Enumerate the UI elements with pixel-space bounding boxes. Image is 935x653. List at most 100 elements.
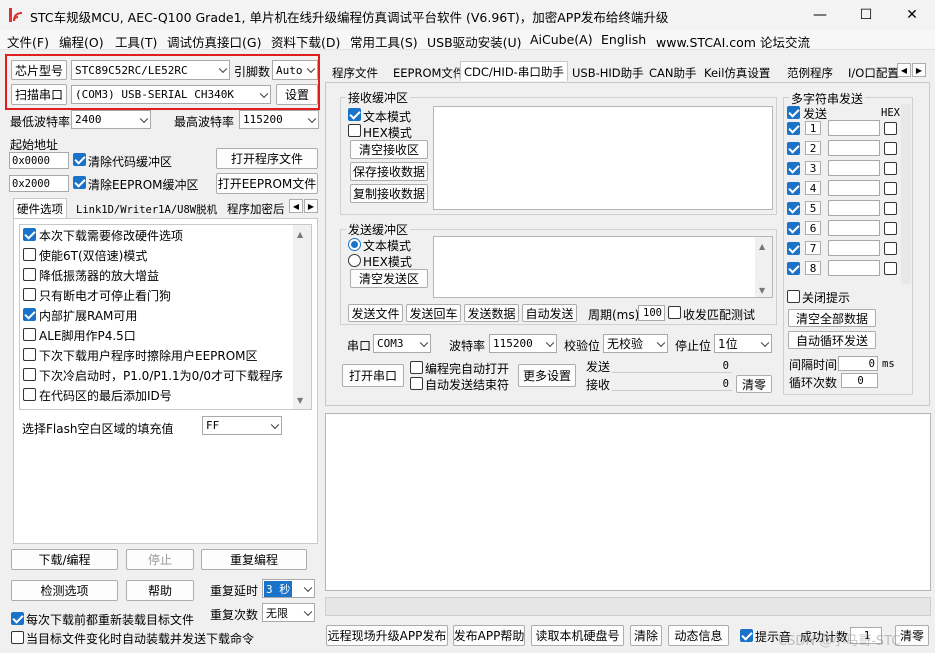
help-button[interactable]: 帮助: [126, 580, 194, 601]
save-receive-button[interactable]: 保存接收数据: [350, 162, 428, 181]
open-serial-button[interactable]: 打开串口: [342, 364, 404, 387]
multi-send-row-button[interactable]: 6: [805, 221, 821, 235]
beep-checkbox[interactable]: [740, 629, 753, 642]
multi-send-row-button[interactable]: 4: [805, 181, 821, 195]
multi-send-row-hex-checkbox[interactable]: [884, 222, 897, 235]
remote-upgrade-button[interactable]: 远程现场升级APP发布: [326, 625, 448, 646]
repeat-count-select[interactable]: 无限: [262, 603, 315, 622]
tab-hardware-options[interactable]: 硬件选项: [13, 198, 67, 218]
send-enter-button[interactable]: 发送回车: [406, 304, 461, 322]
menu-common-tools[interactable]: 常用工具(S): [350, 32, 418, 51]
copy-receive-button[interactable]: 复制接收数据: [350, 184, 428, 203]
menu-usb-driver[interactable]: USB驱动安装(U): [427, 32, 522, 51]
chip-type-select[interactable]: STC89C52RC/LE52RC: [71, 60, 230, 80]
send-data-button[interactable]: 发送数据: [464, 304, 519, 322]
multi-send-row-hex-checkbox[interactable]: [884, 242, 897, 255]
menu-debug[interactable]: 调试仿真接口(G): [167, 32, 261, 51]
close-tip-checkbox[interactable]: [787, 290, 800, 303]
min-baud-select[interactable]: 2400: [71, 110, 151, 129]
reload-before-download-checkbox[interactable]: [11, 612, 24, 625]
multi-send-row-hex-checkbox[interactable]: [884, 262, 897, 275]
tab-scroll-right-icon[interactable]: ▶: [304, 199, 318, 213]
clear-log-button[interactable]: 清除: [630, 625, 662, 646]
interval-input[interactable]: 0: [838, 356, 878, 371]
reprogram-button[interactable]: 重复编程: [201, 549, 307, 570]
multi-send-row-input[interactable]: [828, 240, 880, 256]
tab-program-file[interactable]: 程序文件: [329, 63, 381, 83]
multi-send-row-hex-checkbox[interactable]: [884, 202, 897, 215]
clear-eeprom-checkbox[interactable]: [73, 176, 86, 189]
pins-select[interactable]: Auto: [272, 60, 318, 80]
multi-send-row-hex-checkbox[interactable]: [884, 142, 897, 155]
menu-file[interactable]: 文件(F): [7, 32, 49, 51]
chip-type-label[interactable]: 芯片型号: [11, 60, 67, 80]
code-address-input[interactable]: 0x0000: [9, 152, 69, 169]
clear-send-button[interactable]: 清空发送区: [350, 269, 428, 288]
minimize-button[interactable]: —: [797, 0, 843, 30]
auto-loop-send-button[interactable]: 自动循环发送: [788, 331, 876, 349]
tab-examples[interactable]: 范例程序: [784, 63, 836, 83]
send-textarea[interactable]: [433, 236, 773, 298]
send-hex-mode-radio[interactable]: [348, 254, 361, 267]
auto-open-checkbox[interactable]: [410, 361, 423, 374]
download-button[interactable]: 下载/编程: [11, 549, 118, 570]
hw-option-checkbox[interactable]: [23, 308, 36, 321]
port-select[interactable]: (COM3) USB-SERIAL CH340K: [71, 85, 271, 104]
hw-option-checkbox[interactable]: [23, 248, 36, 261]
serial-port-select[interactable]: COM3: [373, 334, 431, 353]
hw-option-checkbox[interactable]: [23, 388, 36, 401]
menu-program[interactable]: 编程(O): [59, 32, 104, 51]
multi-send-row-button[interactable]: 1: [805, 121, 821, 135]
multi-send-row-checkbox[interactable]: [787, 262, 800, 275]
menu-aicube[interactable]: AiCube(A): [530, 32, 593, 47]
hw-option-checkbox[interactable]: [23, 368, 36, 381]
auto-load-checkbox[interactable]: [11, 631, 24, 644]
fill-value-select[interactable]: FF: [202, 416, 282, 435]
auto-terminator-checkbox[interactable]: [410, 377, 423, 390]
tab-eeprom-file[interactable]: EEPROM文件: [390, 63, 467, 83]
open-eeprom-button[interactable]: 打开EEPROM文件: [216, 173, 318, 194]
multi-send-row-hex-checkbox[interactable]: [884, 182, 897, 195]
output-log-area[interactable]: [325, 413, 931, 591]
receive-hex-mode-checkbox[interactable]: [348, 124, 361, 137]
serial-baud-select[interactable]: 115200: [489, 334, 557, 353]
stop-button[interactable]: 停止: [126, 549, 194, 570]
options-scrollbar[interactable]: [293, 225, 311, 409]
multi-send-all-checkbox[interactable]: [787, 106, 800, 119]
multi-send-row-input[interactable]: [828, 200, 880, 216]
menu-english[interactable]: English: [601, 32, 646, 47]
multi-send-row-button[interactable]: 7: [805, 241, 821, 255]
multi-send-row-button[interactable]: 5: [805, 201, 821, 215]
hw-option-checkbox[interactable]: [23, 328, 36, 341]
tab-encrypt[interactable]: 程序加密后: [224, 199, 288, 219]
tab-usb-hid[interactable]: USB-HID助手: [569, 63, 647, 83]
multi-send-row-hex-checkbox[interactable]: [884, 162, 897, 175]
repeat-delay-select[interactable]: 3 秒: [262, 579, 315, 598]
multi-send-row-button[interactable]: 2: [805, 141, 821, 155]
multi-send-row-input[interactable]: [828, 220, 880, 236]
stop-bits-select[interactable]: 1位: [714, 334, 772, 353]
maximize-button[interactable]: ☐: [843, 0, 889, 30]
tab-offline[interactable]: Link1D/Writer1A/U8W脱机: [73, 199, 220, 219]
period-input[interactable]: 100: [638, 305, 665, 321]
tab-io-config[interactable]: I/O口配置: [845, 63, 902, 83]
menu-download[interactable]: 资料下载(D): [271, 32, 340, 51]
close-button[interactable]: ✕: [889, 0, 935, 30]
check-options-button[interactable]: 检测选项: [11, 580, 118, 601]
read-disk-button[interactable]: 读取本机硬盘号: [531, 625, 624, 646]
multi-send-row-input[interactable]: [828, 140, 880, 156]
max-baud-select[interactable]: 115200: [239, 110, 319, 129]
clear-code-checkbox[interactable]: [73, 153, 86, 166]
clear-receive-button[interactable]: 清空接收区: [350, 140, 428, 159]
publish-help-button[interactable]: 发布APP帮助: [453, 625, 525, 646]
multi-send-row-input[interactable]: [828, 120, 880, 136]
receive-text-mode-checkbox[interactable]: [348, 108, 361, 121]
dynamic-info-button[interactable]: 动态信息: [668, 625, 729, 646]
receive-textarea[interactable]: [433, 106, 773, 210]
settings-button[interactable]: 设置: [276, 84, 318, 105]
multi-send-row-checkbox[interactable]: [787, 202, 800, 215]
tab-can[interactable]: CAN助手: [646, 63, 700, 83]
multi-send-scrollbar[interactable]: [901, 104, 911, 284]
hw-option-checkbox[interactable]: [23, 228, 36, 241]
open-program-button[interactable]: 打开程序文件: [216, 148, 318, 169]
